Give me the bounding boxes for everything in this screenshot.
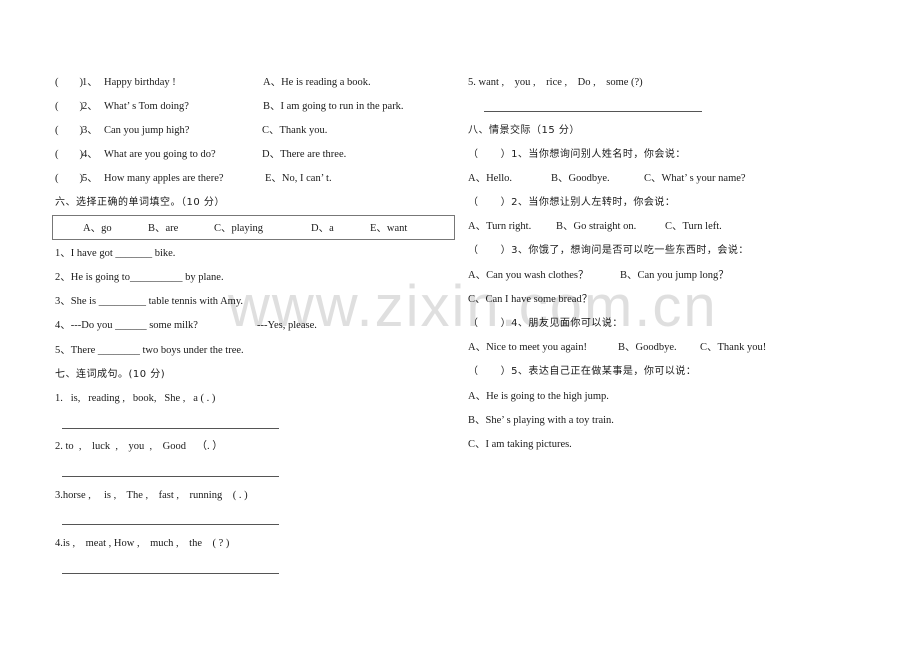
situation-option: A、He is going to the high jump. [468,391,609,402]
situation-prompt: （ ）2、当你想让别人左转时，你会说： [468,197,676,208]
answer-option: E、No, I can’ t. [265,173,332,184]
fill-question: 5、There ________ two boys under the tree… [55,345,244,356]
answer-bracket[interactable]: ( ) [55,100,83,114]
question-number: 4、 [82,149,98,160]
situation-option: A、Nice to meet you again! [468,342,587,353]
situation-prompt: （ ）5、表达自己正在做某事是，你可以说： [468,366,697,377]
situation-option: C、What’ s your name? [644,173,746,184]
question-text: How many apples are there? [104,173,224,184]
section-title: 六、选择正确的单词填空。（10 分） [55,197,225,208]
word-order-item: 3.horse , is , The , fast , running ( . … [55,490,248,501]
section-title: 八、情景交际（15 分） [468,125,580,136]
question-number: 1、 [82,77,98,88]
word-option: A、go [83,223,112,234]
situation-option: B、Goodbye. [618,342,677,353]
situation-option: B、Go straight on. [556,221,637,232]
word-option: B、are [148,223,179,234]
answer-bracket[interactable]: ( ) [55,76,83,90]
situation-option: A、Turn right. [468,221,532,232]
word-order-item: 2. to , luck , you , Good （. ） [55,441,223,452]
answer-option: D、There are three. [262,149,347,160]
answer-line[interactable] [62,428,279,429]
fill-question: 4、---Do you ______ some milk? [55,320,198,331]
situation-prompt: （ ）1、当你想询问别人姓名时，你会说： [468,149,686,160]
situation-option: B、She’ s playing with a toy train. [468,415,614,426]
answer-bracket[interactable]: ( ) [55,124,83,138]
question-text: What are you going to do? [104,149,216,160]
situation-option: C、Turn left. [665,221,722,232]
question-text: Happy birthday ! [104,77,176,88]
situation-option: C、I am taking pictures. [468,439,572,450]
question-number: 2、 [82,101,98,112]
word-order-item: 4.is , meat , How , much , the ( ? ) [55,538,230,549]
situation-option: C、Can I have some bread？ [468,294,593,305]
situation-prompt: （ ）3、你饿了，想询问是否可以吃一些东西时，会说： [468,245,749,256]
situation-option: B、Can you jump long？ [620,270,729,281]
situation-option: A、Hello. [468,173,513,184]
fill-question: 1、I have got _______ bike. [55,248,176,259]
word-option: D、a [311,223,334,234]
answer-line[interactable] [62,524,279,525]
question-text: What’ s Tom doing? [104,101,189,112]
word-order-item: 5. want , you , rice , Do , some (?) [468,77,643,88]
answer-bracket[interactable]: ( ) [55,148,83,162]
answer-line[interactable] [62,476,279,477]
word-option: C、playing [214,223,263,234]
answer-option: A、He is reading a book. [263,77,371,88]
situation-option: C、Thank you! [700,342,767,353]
question-text: Can you jump high? [104,125,190,136]
fill-question: 2、He is going to__________ by plane. [55,272,224,283]
section-title: 七、连词成句。(10 分) [55,369,166,380]
fill-question-reply: ---Yes, please. [257,320,317,331]
answer-line[interactable] [484,111,702,112]
answer-bracket[interactable]: ( ) [55,172,83,186]
situation-option: A、Can you wash clothes？ [468,270,589,281]
situation-option: B、Goodbye. [551,173,610,184]
answer-line[interactable] [62,573,279,574]
situation-prompt: （ ）4、朋友见面你可以说： [468,318,623,329]
question-number: 5、 [82,173,98,184]
answer-option: B、I am going to run in the park. [263,101,404,112]
answer-option: C、Thank you. [262,125,328,136]
word-option: E、want [370,223,408,234]
fill-question: 3、She is _________ table tennis with Amy… [55,296,244,307]
word-order-item: 1. is, reading , book, She , a ( . ) [55,393,216,404]
question-number: 3、 [82,125,98,136]
